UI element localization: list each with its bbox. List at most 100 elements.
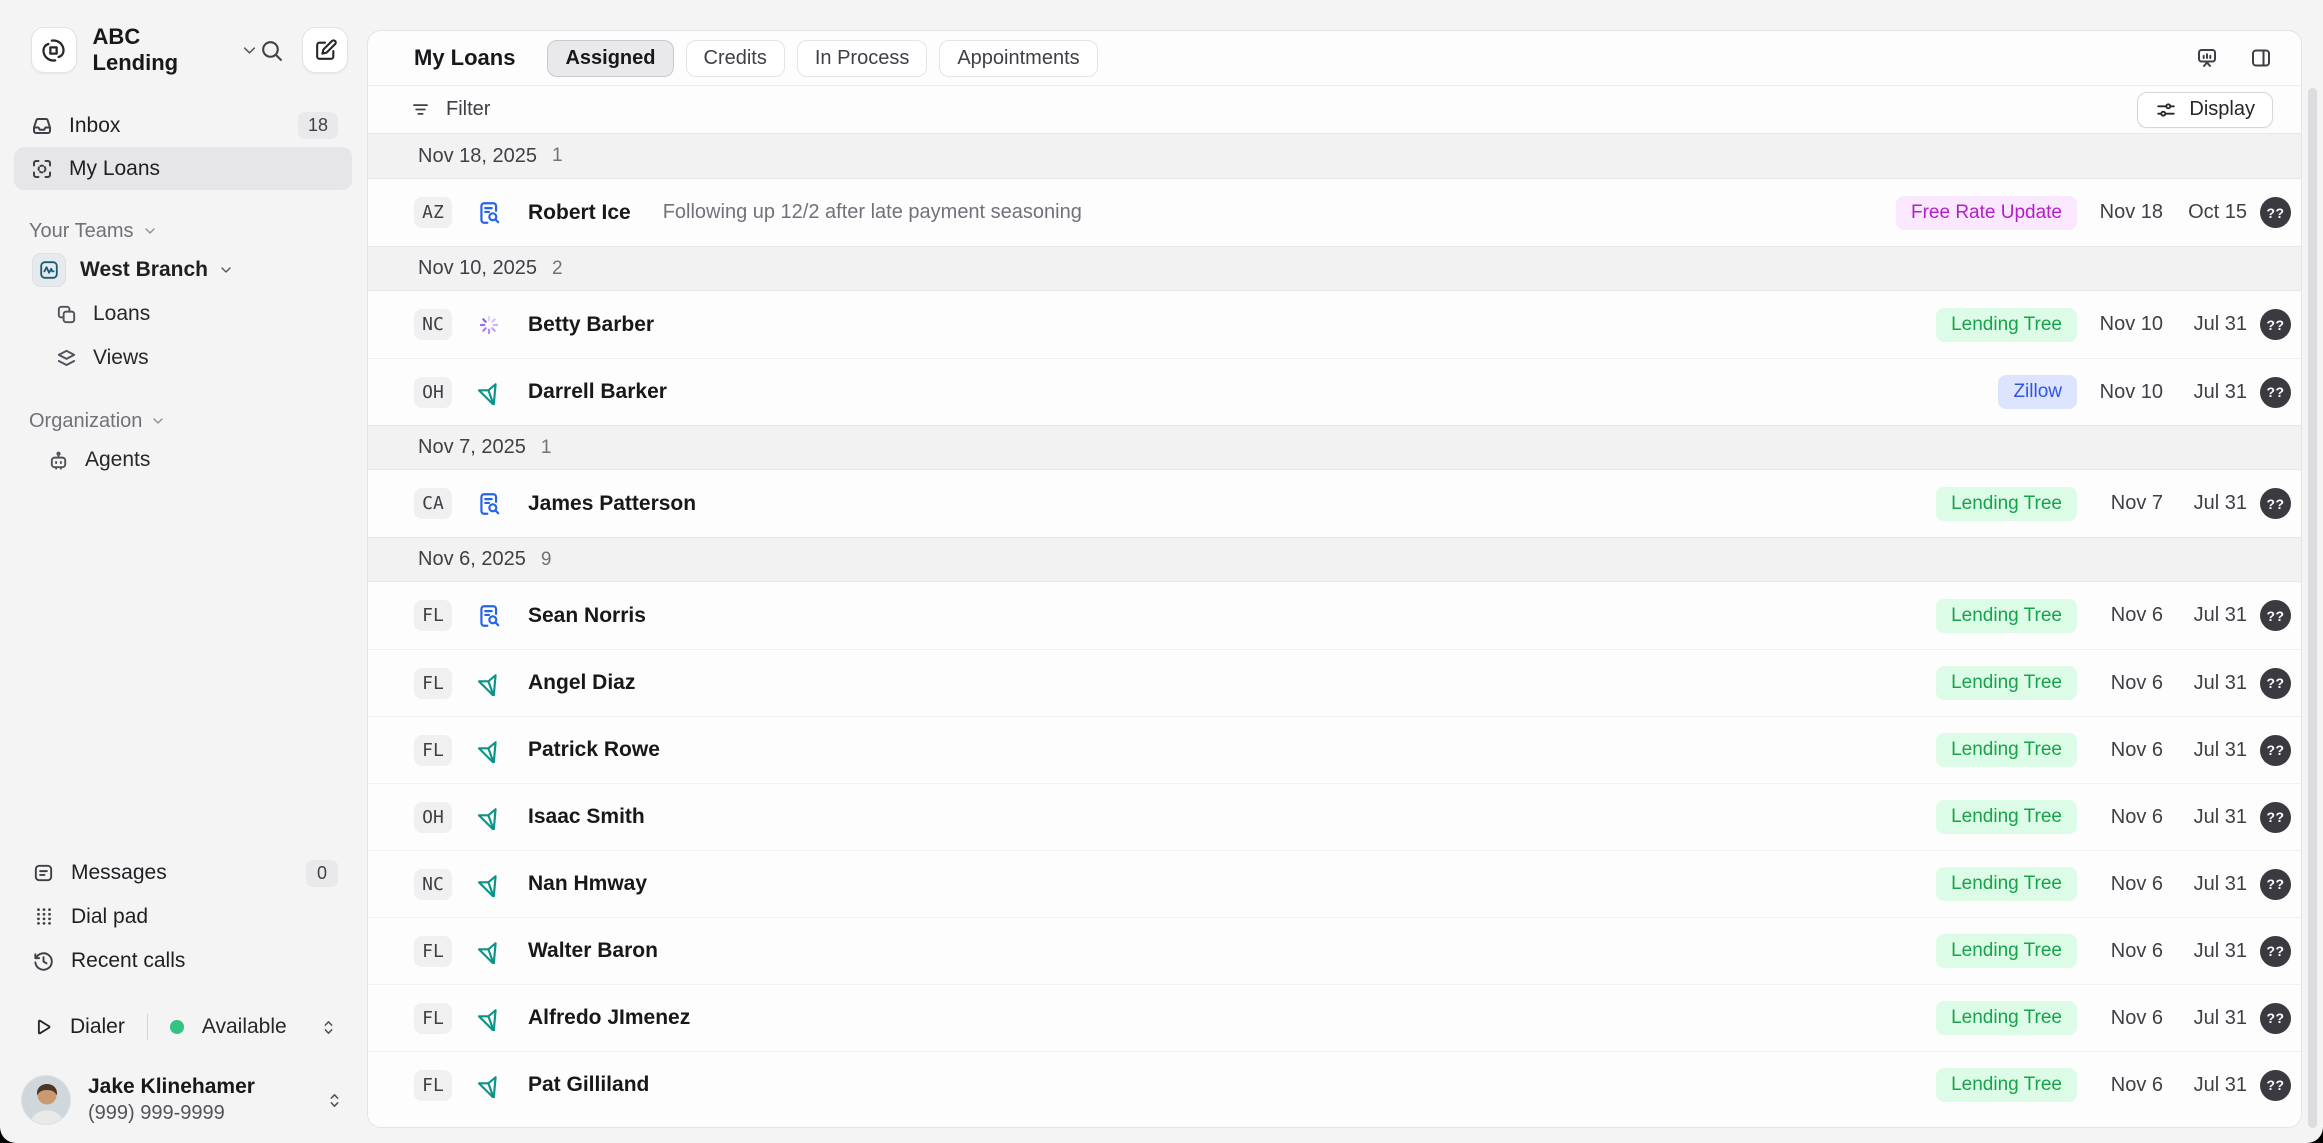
state-badge: FL: [414, 1003, 452, 1034]
organization-section-label[interactable]: Organization: [0, 404, 366, 438]
loan-row[interactable]: FLAngel DiazLending TreeNov 6Jul 31??: [368, 649, 2301, 716]
group-date: Nov 6, 2025: [418, 548, 526, 571]
tab-credits[interactable]: Credits: [686, 40, 785, 77]
sidebar-item-messages[interactable]: Messages0: [14, 851, 352, 895]
group-count: 9: [541, 549, 552, 571]
loan-row[interactable]: OHIsaac SmithLending TreeNov 6Jul 31??: [368, 783, 2301, 850]
group-date: Nov 18, 2025: [418, 145, 537, 168]
sidebar-item-west-branch[interactable]: West Branch: [0, 248, 366, 292]
row-right: Lending TreeNov 6Jul 31??: [1936, 599, 2291, 633]
borrower-name: Patrick Rowe: [528, 738, 660, 762]
loan-row[interactable]: FLWalter BaronLending TreeNov 6Jul 31??: [368, 917, 2301, 984]
sidebar-item-views[interactable]: Views: [0, 336, 366, 380]
group-header: Nov 18, 20251: [368, 134, 2301, 179]
sidebar-tools: Messages0 Dial pad Recent calls: [0, 851, 366, 983]
sidebar-item-label: Inbox: [69, 114, 120, 138]
sidebar-item-loans[interactable]: Loans: [0, 292, 366, 336]
send-icon: [476, 1072, 502, 1098]
sidebar-item-recent-calls[interactable]: Recent calls: [14, 939, 352, 983]
loan-row[interactable]: FLPat GillilandLending TreeNov 6Jul 31??: [368, 1051, 2301, 1118]
spinner-icon: [476, 312, 502, 338]
assignee-avatar[interactable]: ??: [2260, 735, 2291, 766]
page-header: My Loans Assigned Credits In Process Appoin…: [368, 31, 2301, 86]
borrower-name: Betty Barber: [528, 313, 654, 337]
sidebar-item-my-loans[interactable]: My Loans: [14, 147, 352, 190]
send-icon: [476, 871, 502, 897]
teams-chevron-down-icon: [142, 223, 158, 239]
organization-label-text: Organization: [29, 410, 142, 433]
date-secondary: Jul 31: [2163, 604, 2247, 627]
history-icon: [32, 950, 55, 973]
sidebar-item-dial-pad[interactable]: Dial pad: [14, 895, 352, 939]
play-icon[interactable]: [32, 1016, 54, 1038]
tab-appointments[interactable]: Appointments: [939, 40, 1097, 77]
sidebar-item-agents[interactable]: Agents: [0, 438, 366, 482]
state-badge: FL: [414, 936, 452, 967]
filter-button[interactable]: Filter: [410, 98, 490, 121]
group-date: Nov 10, 2025: [418, 257, 537, 280]
assignee-avatar[interactable]: ??: [2260, 802, 2291, 833]
assignee-avatar[interactable]: ??: [2260, 197, 2291, 228]
date-secondary: Jul 31: [2163, 313, 2247, 336]
row-right: Lending TreeNov 6Jul 31??: [1936, 867, 2291, 901]
sidebar-item-inbox[interactable]: Inbox18: [14, 104, 352, 147]
assignee-avatar[interactable]: ??: [2260, 309, 2291, 340]
sidebar-item-label: Recent calls: [71, 949, 185, 973]
workspace-chevron-down-icon[interactable]: [240, 41, 259, 60]
date-secondary: Jul 31: [2163, 1007, 2247, 1030]
source-tag: Lending Tree: [1936, 487, 2077, 521]
teams-section-label[interactable]: Your Teams: [0, 214, 366, 248]
state-badge: OH: [414, 802, 452, 833]
assignee-avatar[interactable]: ??: [2260, 600, 2291, 631]
loan-row[interactable]: FLPatrick RoweLending TreeNov 6Jul 31??: [368, 716, 2301, 783]
loan-row[interactable]: FLSean NorrisLending TreeNov 6Jul 31??: [368, 582, 2301, 649]
loan-list: Nov 18, 20251AZRobert IceFollowing up 12…: [368, 134, 2301, 1118]
search-icon[interactable]: [259, 38, 284, 63]
assignee-avatar[interactable]: ??: [2260, 1003, 2291, 1034]
date-primary: Nov 6: [2077, 1074, 2163, 1097]
loan-row[interactable]: NCNan HmwayLending TreeNov 6Jul 31??: [368, 850, 2301, 917]
vertical-scrollbar[interactable]: [2308, 88, 2317, 1128]
state-badge: NC: [414, 309, 452, 340]
assignee-avatar[interactable]: ??: [2260, 377, 2291, 408]
workspace-logo-button[interactable]: [31, 27, 77, 73]
compose-button[interactable]: [302, 27, 348, 73]
loan-row[interactable]: NCBetty BarberLending TreeNov 10Jul 31??: [368, 291, 2301, 358]
state-badge: CA: [414, 488, 452, 519]
presentation-chart-icon[interactable]: [2195, 46, 2219, 70]
view-tabs: Assigned Credits In Process Appointments: [547, 40, 1097, 77]
date-secondary: Jul 31: [2163, 381, 2247, 404]
assignee-avatar[interactable]: ??: [2260, 488, 2291, 519]
loan-row[interactable]: AZRobert IceFollowing up 12/2 after late…: [368, 179, 2301, 246]
user-name: Jake Klinehamer: [88, 1075, 255, 1099]
availability-status: Available: [202, 1015, 287, 1039]
row-right: Lending TreeNov 6Jul 31??: [1936, 800, 2291, 834]
group-header: Nov 7, 20251: [368, 425, 2301, 470]
state-badge: FL: [414, 1070, 452, 1101]
sidebar-item-label: Messages: [71, 861, 167, 885]
inbox-icon: [30, 114, 54, 138]
user-account[interactable]: Jake Klinehamer (999) 999-9999: [21, 1075, 344, 1125]
panel-right-icon[interactable]: [2249, 46, 2273, 70]
sidebar-nav: Inbox18 My Loans: [0, 104, 366, 190]
source-tag: Lending Tree: [1936, 934, 2077, 968]
borrower-name: James Patterson: [528, 492, 696, 516]
date-secondary: Jul 31: [2163, 492, 2247, 515]
sidebar-item-label: Dial pad: [71, 905, 148, 929]
display-button[interactable]: Display: [2137, 92, 2273, 128]
assignee-avatar[interactable]: ??: [2260, 668, 2291, 699]
compose-icon: [313, 38, 338, 63]
page-title: My Loans: [414, 45, 515, 71]
loan-row[interactable]: CAJames PattersonLending TreeNov 7Jul 31…: [368, 470, 2301, 537]
assignee-avatar[interactable]: ??: [2260, 869, 2291, 900]
tab-in-process[interactable]: In Process: [797, 40, 927, 77]
assignee-avatar[interactable]: ??: [2260, 1070, 2291, 1101]
assignee-avatar[interactable]: ??: [2260, 936, 2291, 967]
availability-updown-icon[interactable]: [319, 1018, 338, 1037]
date-primary: Nov 6: [2077, 873, 2163, 896]
source-tag: Lending Tree: [1936, 599, 2077, 633]
loan-row[interactable]: OHDarrell BarkerZillowNov 10Jul 31??: [368, 358, 2301, 425]
tab-assigned[interactable]: Assigned: [547, 40, 673, 77]
sidebar-item-label: My Loans: [69, 157, 160, 181]
loan-row[interactable]: FLAlfredo JImenezLending TreeNov 6Jul 31…: [368, 984, 2301, 1051]
